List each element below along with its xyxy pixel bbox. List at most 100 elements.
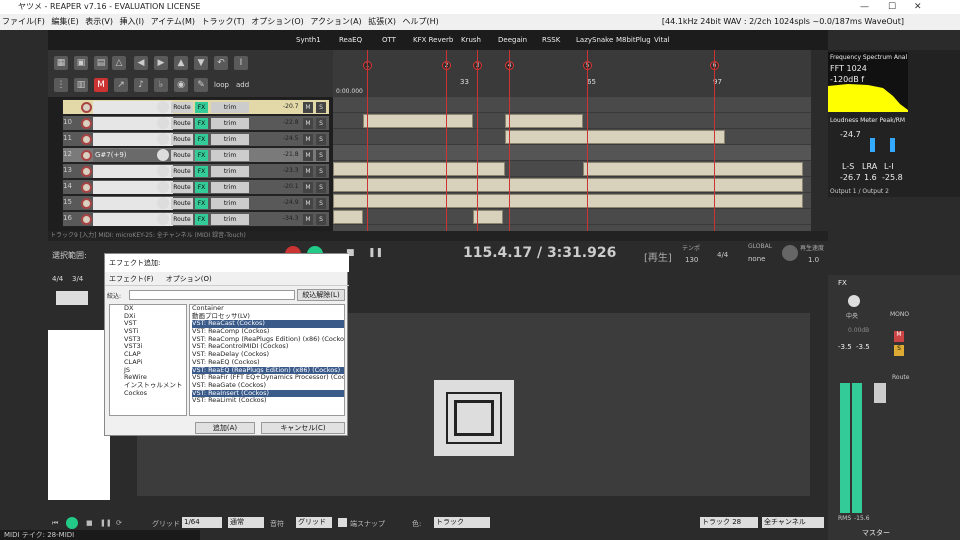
menu-edit[interactable]: 編集(E) <box>51 17 78 26</box>
route-button[interactable]: Route <box>171 150 193 161</box>
merge-icon[interactable]: ↗ <box>114 78 128 92</box>
fx-list[interactable]: Container 動画プロセッサ(LV) VST: ReaCast (Cock… <box>189 304 345 416</box>
route-button[interactable]: Route <box>171 182 193 193</box>
tree-item[interactable]: Cockos <box>124 389 186 398</box>
add-fx-button[interactable]: 追加(A) <box>195 422 255 434</box>
color-select[interactable]: トラック <box>434 517 490 528</box>
toolbar-button[interactable] <box>56 291 88 305</box>
grid-select[interactable]: 1/64 <box>182 517 222 528</box>
sig-3-4[interactable]: 3/4 <box>72 275 83 283</box>
route-button[interactable]: Route <box>171 198 193 209</box>
menu-effect[interactable]: エフェクト(F) <box>109 275 154 283</box>
media-item[interactable] <box>505 130 725 144</box>
trim-button[interactable]: trim <box>211 198 249 209</box>
trim-button[interactable]: trim <box>211 214 249 225</box>
mute-button[interactable]: M <box>303 118 313 129</box>
fx-button-ott[interactable]: OTT <box>382 36 396 44</box>
lock-icon[interactable]: ▥ <box>74 78 88 92</box>
route-button[interactable]: Route <box>171 214 193 225</box>
media-item[interactable] <box>333 194 803 208</box>
fx-label[interactable]: FX <box>838 279 847 287</box>
solo-button[interactable]: S <box>316 134 326 145</box>
menu-actions[interactable]: アクション(A) <box>310 17 361 26</box>
menu-extensions[interactable]: 拡張(X) <box>368 17 396 26</box>
tree-item[interactable]: CLAPi <box>124 358 186 367</box>
mute-button[interactable]: M <box>303 134 313 145</box>
solo-button[interactable]: S <box>316 102 326 113</box>
solo-button[interactable]: S <box>316 118 326 129</box>
track-row[interactable]: 15 Route FX trim -24.9 M S <box>62 195 330 211</box>
menu-view[interactable]: 表示(V) <box>85 17 113 26</box>
route-button[interactable]: Route <box>171 166 193 177</box>
route-button[interactable]: Route <box>171 134 193 145</box>
track-row[interactable]: Route FX trim -20.7 M S <box>62 99 330 115</box>
fx-button[interactable]: FX <box>195 134 208 145</box>
solo-button[interactable]: S <box>316 198 326 209</box>
solo-button[interactable]: S <box>316 150 326 161</box>
piano-keys[interactable] <box>48 330 110 500</box>
mute-button[interactable]: M <box>303 198 313 209</box>
master-solo-button[interactable]: S <box>894 345 904 356</box>
record-arm-button[interactable] <box>81 134 92 145</box>
track-select[interactable]: トラック 28 <box>700 517 758 528</box>
volume-knob[interactable] <box>157 197 169 209</box>
media-item[interactable] <box>333 162 505 176</box>
track-row[interactable]: 16 Route FX trim -34.3 M S <box>62 211 330 227</box>
mode-select[interactable]: 通常 <box>228 517 264 528</box>
add-button[interactable]: add <box>236 81 249 89</box>
image-icon[interactable]: ▤ <box>94 56 108 70</box>
pause-icon[interactable]: ❚❚ <box>100 519 112 527</box>
track-row[interactable]: 10 Route FX trim -22.8 M S <box>62 115 330 131</box>
filter-input[interactable] <box>129 290 295 300</box>
menu-help[interactable]: ヘルプ(H) <box>403 17 439 26</box>
volume-knob[interactable] <box>157 181 169 193</box>
note-icon[interactable]: ♪ <box>134 78 148 92</box>
volume-knob[interactable] <box>157 149 169 161</box>
fx-button[interactable]: FX <box>195 198 208 209</box>
menu-file[interactable]: ファイル(F) <box>2 17 45 26</box>
channel-select[interactable]: 全チャンネル <box>762 517 824 528</box>
skip-back-icon[interactable]: ◀ <box>134 56 148 70</box>
menu-options[interactable]: オプション(O) <box>251 17 304 26</box>
fx-button-vital[interactable]: Vital <box>654 36 670 44</box>
solo-button[interactable]: S <box>316 182 326 193</box>
rate-value[interactable]: 1.0 <box>808 256 819 264</box>
tempo-value[interactable]: 130 <box>685 256 698 264</box>
volume-knob[interactable] <box>157 101 169 113</box>
route-button[interactable]: Route <box>171 118 193 129</box>
record-arm-button[interactable] <box>81 102 92 113</box>
pause-icon[interactable]: ❚❚ <box>368 248 383 258</box>
tuner-icon[interactable]: ◉ <box>174 78 188 92</box>
solo-button[interactable]: S <box>316 166 326 177</box>
media-item[interactable] <box>505 114 583 128</box>
fx-button-m8bitplug[interactable]: M8bitPlug <box>616 36 651 44</box>
save-icon[interactable]: ▣ <box>74 56 88 70</box>
volume-knob[interactable] <box>157 133 169 145</box>
text-cursor-icon[interactable]: I <box>234 56 248 70</box>
fx-button-reaeq[interactable]: ReaEQ <box>339 36 362 44</box>
menu-track[interactable]: トラック(T) <box>202 17 245 26</box>
note-select[interactable]: グリッド <box>296 517 332 528</box>
trim-button[interactable]: trim <box>211 102 249 113</box>
play-icon[interactable] <box>66 517 78 529</box>
rate-knob[interactable] <box>782 245 798 261</box>
fx-button[interactable]: FX <box>195 214 208 225</box>
volume-knob[interactable] <box>157 165 169 177</box>
list-item[interactable]: VST: ReaLimit (Cockos) <box>192 397 344 405</box>
time-signature[interactable]: 4/4 <box>717 251 728 259</box>
mono-label[interactable]: MONO <box>890 311 909 318</box>
midi-icon[interactable]: M <box>94 78 108 92</box>
fx-button[interactable]: FX <box>195 102 208 113</box>
arrow-up-icon[interactable]: ▲ <box>174 56 188 70</box>
track-row[interactable]: 14 Route FX trim -20.1 M S <box>62 179 330 195</box>
mute-button[interactable]: M <box>303 150 313 161</box>
fx-button-krush[interactable]: Krush <box>461 36 481 44</box>
trim-button[interactable]: trim <box>211 150 249 161</box>
filter-clear-button[interactable]: 絞込解除(L) <box>297 289 345 301</box>
master-mute-button[interactable]: M <box>894 331 904 342</box>
fx-button[interactable]: FX <box>195 118 208 129</box>
global-value[interactable]: none <box>748 255 765 263</box>
pencil-icon[interactable]: ✎ <box>194 78 208 92</box>
dots-icon[interactable]: ⋮ <box>54 78 68 92</box>
minimize-icon[interactable]: — <box>860 0 869 14</box>
